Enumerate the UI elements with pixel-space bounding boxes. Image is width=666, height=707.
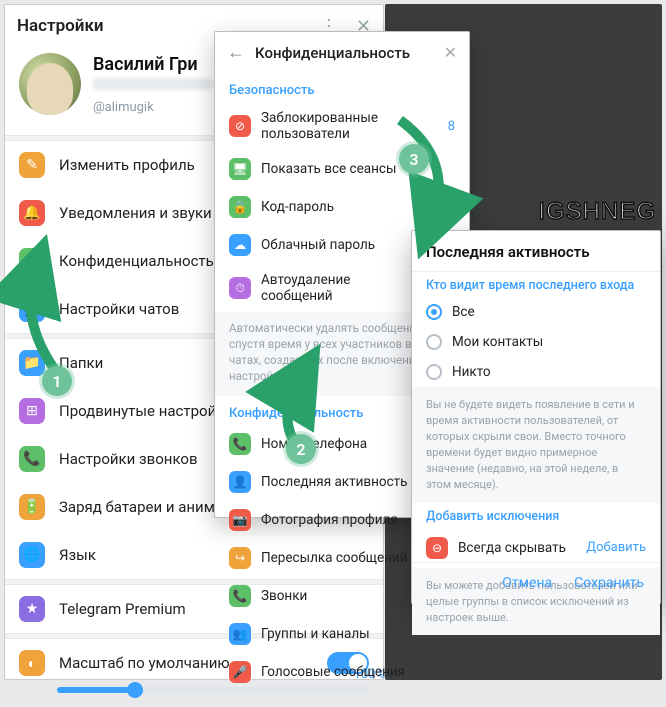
- item-icon: 📞: [19, 446, 45, 472]
- scale-label: Масштаб по умолчанию: [59, 654, 230, 672]
- item-icon: 🎤: [229, 661, 251, 683]
- item-label: Автоудаление сообщений: [261, 272, 409, 304]
- profile-name: Василий Гри: [93, 54, 213, 75]
- item-icon: 🔒: [229, 196, 251, 218]
- item-label: Изменить профиль: [59, 156, 195, 174]
- item-icon: 🖥: [229, 158, 251, 180]
- privacy-title: Конфиденциальность: [255, 44, 434, 62]
- item-icon: 🔒: [19, 248, 45, 274]
- item-label: Показать все сеансы: [261, 161, 396, 177]
- save-button[interactable]: Сохранить: [574, 575, 644, 591]
- item-label: Конфиденциальность: [59, 252, 214, 270]
- lastseen-note: Вы не будете видеть появление в сети и в…: [412, 387, 660, 503]
- item-label: Язык: [59, 546, 96, 564]
- item-icon: ⏱: [229, 277, 251, 299]
- item-icon: 📷: [229, 509, 251, 531]
- item-label: Звонки: [261, 588, 307, 604]
- exceptions-section: Добавить исключения: [412, 503, 660, 528]
- item-label: Продвинутые настройки: [59, 402, 233, 420]
- item-label: Папки: [59, 354, 103, 372]
- add-link[interactable]: Добавить: [586, 540, 646, 555]
- item-label: Номер телефона: [261, 436, 367, 452]
- item-icon: 👤: [229, 471, 251, 493]
- privacy-item[interactable]: 🖥 Показать все сеансы: [215, 150, 469, 188]
- item-label: Последняя активность: [261, 474, 407, 490]
- item-label: Пересылка сообщений: [261, 550, 407, 566]
- section-security: Безопасность: [215, 73, 469, 102]
- item-label: Голосовые сообщения: [261, 664, 405, 680]
- close-icon[interactable]: ✕: [444, 43, 457, 62]
- lastseen-title: Последняя активность: [412, 231, 660, 271]
- privacy-item[interactable]: 🔒 Код-пароль Выкл.: [215, 188, 469, 226]
- item-icon: 💬: [19, 296, 45, 322]
- item-value: 8: [448, 119, 455, 134]
- item-icon: 🔔: [19, 200, 45, 226]
- item-icon: ✎: [19, 152, 45, 178]
- lastseen-panel: Последняя активность Кто видит время пос…: [411, 230, 661, 604]
- item-label: Настройки чатов: [59, 300, 179, 318]
- item-label: Заблокированные пользователи: [261, 110, 438, 142]
- scale-icon: ◐: [19, 650, 45, 676]
- item-icon: ↪: [229, 547, 251, 569]
- item-label: Группы и каналы: [261, 626, 370, 642]
- item-value: Выкл.: [419, 200, 455, 215]
- premium-icon: ★: [19, 596, 45, 622]
- profile-handle: @alimugik: [93, 100, 213, 115]
- opt-all[interactable]: Все: [412, 297, 660, 327]
- item-icon: 📁: [19, 350, 45, 376]
- privacy-item[interactable]: 🎤 Голосовые сообщения: [215, 653, 469, 691]
- opt-nobody[interactable]: Никто: [412, 357, 660, 387]
- lastseen-who: Кто видит время последнего входа: [412, 272, 660, 297]
- radio-icon: [426, 364, 442, 380]
- item-label: Фотография профиля: [261, 512, 398, 528]
- item-label: Заряд батареи и анима: [59, 498, 223, 516]
- item-label: Настройки звонков: [59, 450, 198, 468]
- watermark: IGSHNEG: [538, 198, 656, 226]
- item-label: Облачный пароль: [261, 237, 375, 253]
- item-icon: ☁: [229, 234, 251, 256]
- avatar: [19, 53, 81, 115]
- item-icon: 🌐: [19, 542, 45, 568]
- cancel-button[interactable]: Отмена: [502, 575, 552, 591]
- item-label: Код-пароль: [261, 199, 334, 215]
- item-icon: 🔋: [19, 494, 45, 520]
- radio-icon: [426, 304, 442, 320]
- opt-contacts[interactable]: Мои контакты: [412, 327, 660, 357]
- profile-phone-blurred: [93, 78, 213, 90]
- premium-label: Telegram Premium: [59, 600, 186, 618]
- item-icon: ⊞: [19, 398, 45, 424]
- item-icon: 📞: [229, 433, 251, 455]
- privacy-item[interactable]: ⊘ Заблокированные пользователи 8: [215, 102, 469, 150]
- item-icon: 📞: [229, 585, 251, 607]
- back-icon[interactable]: ←: [227, 42, 245, 63]
- item-icon: ⊘: [229, 115, 251, 137]
- minus-icon: ⊖: [426, 537, 448, 559]
- item-label: Уведомления и звуки: [59, 204, 212, 222]
- radio-icon: [426, 334, 442, 350]
- item-icon: 👥: [229, 623, 251, 645]
